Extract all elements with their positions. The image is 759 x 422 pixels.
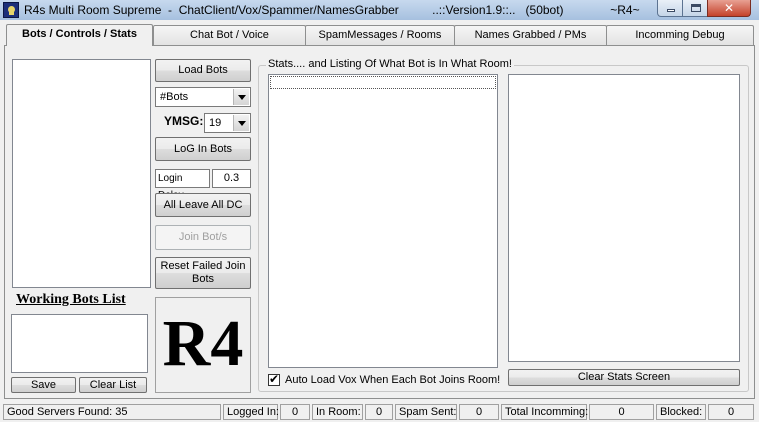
window-title: R4s Multi Room Supreme - ChatClient/Vox/… — [24, 3, 640, 17]
login-delay-label: Login Delay — [155, 169, 210, 201]
ymsg-combo-value: 19 — [209, 117, 222, 129]
auto-load-vox-checkbox[interactable]: ✔ — [268, 372, 280, 386]
blocked-label: Blocked: — [656, 404, 706, 420]
all-leave-all-dc-button[interactable]: All Leave All DC — [155, 193, 251, 217]
list-focus-row — [270, 76, 496, 89]
close-icon: ✕ — [723, 1, 735, 15]
save-button[interactable]: Save — [11, 377, 76, 393]
login-bots-button[interactable]: LoG In Bots — [155, 137, 251, 161]
working-bots-list[interactable] — [11, 314, 148, 373]
title-bar[interactable]: R4s Multi Room Supreme - ChatClient/Vox/… — [0, 0, 759, 20]
clear-list-button[interactable]: Clear List — [79, 377, 147, 393]
bot-room-list[interactable] — [268, 74, 498, 368]
in-room-label: In Room: — [312, 404, 363, 420]
ymsg-combo[interactable]: 19 — [204, 113, 251, 133]
maximize-button[interactable] — [682, 0, 708, 17]
chevron-down-icon[interactable] — [233, 89, 249, 105]
spam-sent-value: 0 — [459, 404, 499, 420]
bots-combo-value: #Bots — [160, 91, 189, 103]
load-bots-button[interactable]: Load Bots — [155, 59, 251, 82]
working-bots-heading: Working Bots List — [16, 292, 126, 307]
main-window: R4s Multi Room Supreme - ChatClient/Vox/… — [0, 0, 759, 422]
ymsg-label: YMSG: — [164, 114, 204, 128]
tab-spam-messages-rooms[interactable]: SpamMessages / Rooms — [305, 25, 455, 45]
login-delay-input[interactable]: 0.3 — [212, 169, 251, 188]
total-incomming-value: 0 — [589, 404, 654, 420]
tab-chat-bot-voice[interactable]: Chat Bot / Voice — [153, 25, 306, 45]
maximize-icon — [691, 4, 701, 12]
clear-stats-screen-button[interactable]: Clear Stats Screen — [508, 369, 740, 386]
logged-in-label: Logged In: — [223, 404, 279, 420]
bots-combo[interactable]: #Bots — [155, 87, 251, 107]
stats-screen[interactable] — [508, 74, 740, 362]
in-room-value: 0 — [365, 404, 393, 420]
total-incomming-label: Total Incomming: — [501, 404, 588, 420]
status-bar: Good Servers Found: 35 Logged In: 0 In R… — [0, 402, 759, 422]
logged-in-value: 0 — [280, 404, 310, 420]
tab-incomming-debug[interactable]: Incomming Debug — [606, 25, 754, 45]
bots-list[interactable] — [12, 59, 151, 288]
logo-box: R4 — [155, 297, 251, 393]
skull-icon[interactable] — [3, 2, 19, 18]
close-button[interactable]: ✕ — [707, 0, 751, 17]
tab-bots-controls-stats[interactable]: Bots / Controls / Stats — [6, 24, 153, 46]
chevron-down-icon[interactable] — [233, 115, 249, 131]
reset-failed-join-bots-button[interactable]: Reset Failed Join Bots — [155, 257, 251, 289]
minimize-button[interactable] — [657, 0, 683, 17]
auto-load-vox-label: Auto Load Vox When Each Bot Joins Room! — [285, 374, 501, 386]
minimize-icon — [667, 9, 675, 12]
checkmark-icon: ✔ — [269, 372, 280, 386]
good-servers-status: Good Servers Found: 35 — [3, 404, 221, 420]
stats-group-caption: Stats.... and Listing Of What Bot is In … — [266, 58, 514, 70]
r4-logo: R4 — [162, 307, 244, 380]
blocked-value: 0 — [708, 404, 754, 420]
tab-names-grabbed-pms[interactable]: Names Grabbed / PMs — [454, 25, 607, 45]
spam-sent-label: Spam Sent: — [395, 404, 457, 420]
join-bots-button[interactable]: Join Bot/s — [155, 225, 251, 250]
